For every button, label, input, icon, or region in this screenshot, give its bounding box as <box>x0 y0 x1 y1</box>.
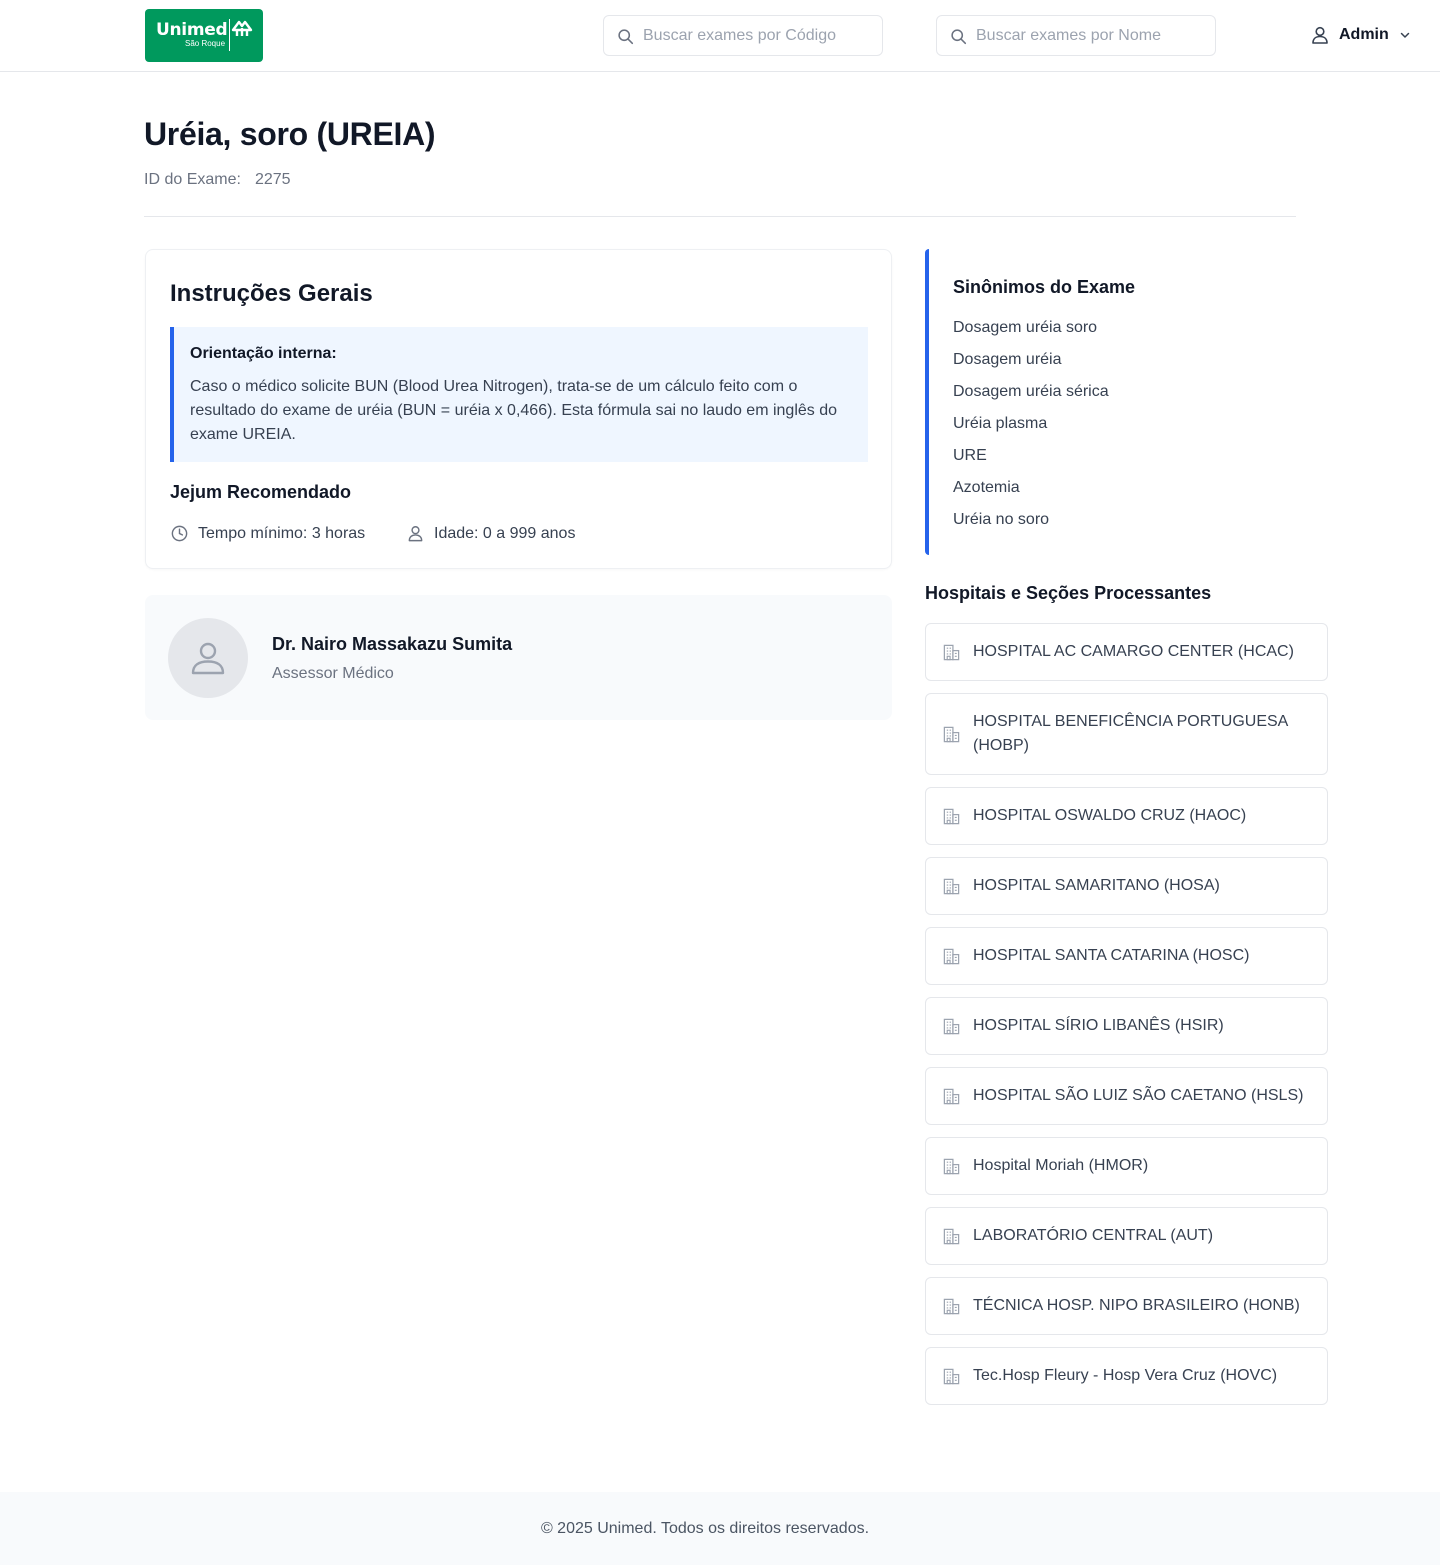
hospital-label: HOSPITAL SÃO LUIZ SÃO CAETANO (HSLS) <box>973 1087 1304 1104</box>
hospital-label: HOSPITAL AC CAMARGO CENTER (HCAC) <box>973 643 1294 660</box>
building-icon <box>942 1087 961 1106</box>
fasting-time: Tempo mínimo: 3 horas <box>170 524 365 543</box>
hospital-item[interactable]: HOSPITAL BENEFICÊNCIA PORTUGUESA (HOBP) <box>925 693 1328 775</box>
internal-note-title: Orientação interna: <box>190 345 337 362</box>
unimed-tree-icon <box>231 20 253 36</box>
avatar <box>168 618 248 698</box>
building-icon <box>942 1367 961 1386</box>
search-by-code <box>603 15 883 56</box>
building-icon <box>942 1017 961 1036</box>
hospital-label: HOSPITAL SÍRIO LIBANÊS (HSIR) <box>973 1017 1224 1034</box>
hospital-label: HOSPITAL BENEFICÊNCIA PORTUGUESA (HOBP) <box>973 713 1288 754</box>
exam-id-label: ID do Exame: <box>144 171 241 188</box>
hospital-item[interactable]: LABORATÓRIO CENTRAL (AUT) <box>925 1207 1328 1265</box>
building-icon <box>942 643 961 662</box>
building-icon <box>942 947 961 966</box>
hospital-label: Tec.Hosp Fleury - Hosp Vera Cruz (HOVC) <box>973 1367 1278 1384</box>
synonym-item: URE <box>953 447 987 464</box>
logo-subtitle: São Roque <box>185 39 226 48</box>
exam-synonyms-panel: Sinônimos do Exame Dosagem uréia soro Do… <box>925 249 1296 555</box>
doctor-name: Dr. Nairo Massakazu Sumita <box>272 634 513 654</box>
footer: © 2025 Unimed. Todos os direitos reserva… <box>0 1492 1440 1565</box>
internal-note-text: Caso o médico solicite BUN (Blood Urea N… <box>190 378 838 443</box>
synonym-item: Azotemia <box>953 479 1020 496</box>
hospital-label: HOSPITAL OSWALDO CRUZ (HAOC) <box>973 807 1247 824</box>
exam-id-value: 2275 <box>254 171 291 188</box>
search-icon <box>951 29 967 45</box>
doctor-role: Assessor Médico <box>272 665 394 682</box>
hospital-label: Hospital Moriah (HMOR) <box>973 1157 1149 1174</box>
hospital-item[interactable]: Tec.Hosp Fleury - Hosp Vera Cruz (HOVC) <box>925 1347 1328 1405</box>
hospital-item[interactable]: HOSPITAL SÃO LUIZ SÃO CAETANO (HSLS) <box>925 1067 1328 1125</box>
synonym-item: Dosagem uréia soro <box>953 319 1098 336</box>
hospital-item[interactable]: HOSPITAL SAMARITANO (HOSA) <box>925 857 1328 915</box>
page-title: Uréia, soro (UREIA) <box>144 116 436 152</box>
hospital-label: HOSPITAL SANTA CATARINA (HOSC) <box>973 947 1250 964</box>
hospital-item[interactable]: HOSPITAL OSWALDO CRUZ (HAOC) <box>925 787 1328 845</box>
synonym-item: Dosagem uréia <box>953 351 1062 368</box>
hospital-label: HOSPITAL SAMARITANO (HOSA) <box>973 877 1220 894</box>
building-icon <box>942 807 961 826</box>
medical-advisor-card: Dr. Nairo Massakazu Sumita Assessor Médi… <box>145 595 892 720</box>
search-icon <box>618 29 634 45</box>
instructions-title: Instruções Gerais <box>170 280 373 307</box>
internal-note: Orientação interna: Caso o médico solici… <box>170 327 868 462</box>
logo-divider <box>229 19 230 51</box>
fasting-time-text: Tempo mínimo: 3 horas <box>198 524 366 542</box>
search-code-input[interactable] <box>643 16 878 55</box>
synonyms-list: Dosagem uréia soro Dosagem uréia Dosagem… <box>953 316 1109 540</box>
hospital-label: TÉCNICA HOSP. NIPO BRASILEIRO (HONB) <box>973 1297 1300 1314</box>
hospital-item[interactable]: Hospital Moriah (HMOR) <box>925 1137 1328 1195</box>
building-icon <box>942 1227 961 1246</box>
exam-id: ID do Exame: 2275 <box>144 171 291 189</box>
search-by-name <box>936 15 1216 56</box>
fasting-age-text: Idade: 0 a 999 anos <box>434 524 576 542</box>
hospital-label: LABORATÓRIO CENTRAL (AUT) <box>973 1227 1214 1244</box>
synonym-item: Uréia plasma <box>953 415 1048 432</box>
logo-brand-text: Unimed <box>156 20 228 40</box>
building-icon <box>942 1157 961 1176</box>
synonyms-title: Sinônimos do Exame <box>953 277 1136 297</box>
hospital-item[interactable]: TÉCNICA HOSP. NIPO BRASILEIRO (HONB) <box>925 1277 1328 1335</box>
user-name: Admin <box>1339 26 1389 43</box>
hospital-item[interactable]: HOSPITAL SANTA CATARINA (HOSC) <box>925 927 1328 985</box>
user-icon <box>1312 26 1328 44</box>
building-icon <box>942 725 961 744</box>
hospitals-title: Hospitais e Seções Processantes <box>925 583 1212 603</box>
hospital-item[interactable]: HOSPITAL AC CAMARGO CENTER (HCAC) <box>925 623 1328 681</box>
building-icon <box>942 1297 961 1316</box>
hospital-item[interactable]: HOSPITAL SÍRIO LIBANÊS (HSIR) <box>925 997 1328 1055</box>
top-navbar: Unimed São Roque Admin <box>0 0 1440 72</box>
fasting-age: Idade: 0 a 999 anos <box>406 524 575 543</box>
divider <box>144 216 1296 217</box>
fasting-title: Jejum Recomendado <box>170 482 352 502</box>
user-menu-button[interactable]: Admin <box>1310 22 1411 48</box>
search-name-input[interactable] <box>976 16 1211 55</box>
instructions-card: Instruções Gerais Orientação interna: Ca… <box>145 249 892 569</box>
copyright-text: © 2025 Unimed. Todos os direitos reserva… <box>540 1520 870 1537</box>
unimed-logo[interactable]: Unimed São Roque <box>145 9 263 62</box>
clock-icon <box>171 525 188 542</box>
building-icon <box>942 877 961 896</box>
user-placeholder-icon <box>191 642 225 675</box>
user-icon <box>408 526 423 542</box>
chevron-down-icon <box>1400 32 1410 38</box>
synonym-item: Uréia no soro <box>953 511 1050 528</box>
synonym-item: Dosagem uréia sérica <box>953 383 1109 400</box>
